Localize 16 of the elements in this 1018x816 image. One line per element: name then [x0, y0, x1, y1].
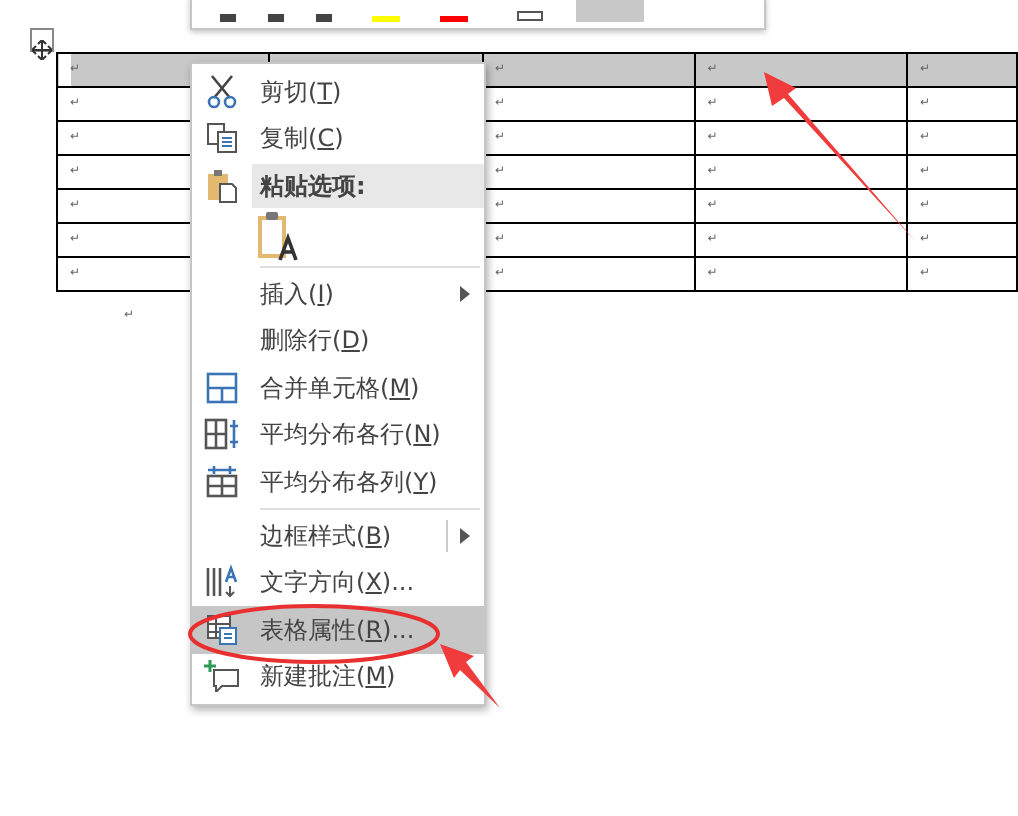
keep-text-only-icon[interactable] — [256, 210, 300, 263]
menu-item[interactable]: 表格属性(R)... — [192, 605, 484, 654]
annotation-arrow — [440, 644, 500, 708]
menu-item[interactable]: 平均分布各列(Y) — [192, 458, 484, 506]
font-color-icon[interactable] — [440, 16, 468, 22]
shading-button[interactable] — [576, 0, 644, 22]
distribute-rows-icon — [200, 416, 244, 453]
paste-options-header: 粘贴选项: — [252, 163, 484, 208]
menu-item[interactable]: 边框样式(B) — [192, 511, 484, 559]
menu-item[interactable]: 平均分布各行(N) — [192, 411, 484, 459]
new-comment-icon — [200, 658, 244, 695]
menu-item[interactable]: 合并单元格(M) — [192, 363, 484, 412]
menu-item[interactable]: 文字方向(X)... — [192, 558, 484, 606]
highlight-icon[interactable] — [372, 16, 400, 22]
menu-item[interactable]: 删除行(D) — [192, 316, 484, 364]
menu-item[interactable]: 新建批注(M) — [192, 653, 484, 701]
